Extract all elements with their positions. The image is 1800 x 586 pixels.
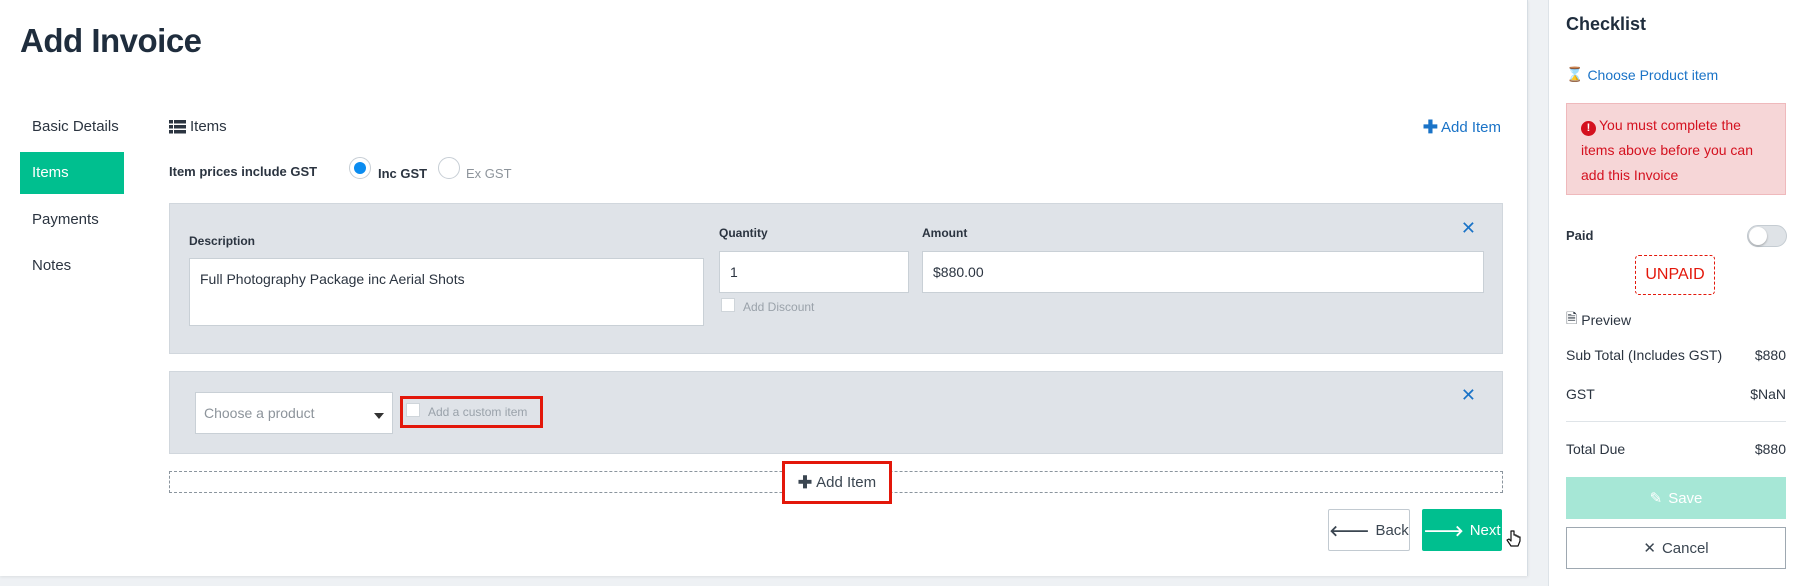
next-button[interactable]: 🡒 Next bbox=[1422, 509, 1502, 551]
remove-new-item-close-icon[interactable]: ✕ bbox=[1461, 386, 1476, 404]
items-section-title: Items bbox=[190, 118, 227, 135]
subtotal-value: $880 bbox=[1754, 347, 1786, 363]
checklist-title: Checklist bbox=[1566, 14, 1647, 34]
add-discount-label: Add Discount bbox=[743, 300, 815, 314]
arrow-left-icon: 🡐 bbox=[1329, 522, 1370, 540]
gst-row: GST $NaN bbox=[1566, 386, 1786, 402]
items-section-header: Items bbox=[169, 118, 227, 135]
add-item-top-label: Add Item bbox=[1440, 118, 1501, 136]
hourglass-icon: ⌛ bbox=[1566, 66, 1584, 82]
checklist-alert: ! You must complete the items above befor… bbox=[1566, 103, 1786, 195]
back-button-label: Back bbox=[1375, 521, 1409, 539]
add-item-button[interactable]: ✚ Add Item bbox=[782, 461, 892, 504]
description-label: Description bbox=[189, 234, 256, 248]
paid-toggle[interactable] bbox=[1747, 225, 1787, 247]
hand-cursor-icon bbox=[1506, 530, 1521, 547]
chevron-down-icon bbox=[374, 413, 384, 419]
gst-label: Item prices include GST bbox=[169, 164, 318, 179]
checklist-sidebar: Checklist ⌛ Choose Product item ! You mus… bbox=[1548, 0, 1800, 586]
line-item-card: ✕ Description Full Photography Package i… bbox=[169, 203, 1503, 354]
page-title: Add Invoice bbox=[20, 22, 202, 59]
cancel-button[interactable]: ✕ Cancel bbox=[1566, 527, 1786, 569]
divider bbox=[1566, 421, 1786, 422]
gst-total-label: GST bbox=[1566, 386, 1595, 402]
preview-link[interactable]: 🗎 Preview bbox=[1566, 308, 1631, 332]
exclamation-icon: ! bbox=[1581, 121, 1596, 136]
description-field[interactable]: Full Photography Package inc Aerial Shot… bbox=[189, 258, 704, 326]
gst-total-value: $NaN bbox=[1750, 386, 1786, 402]
plus-icon: ✚ bbox=[1422, 117, 1438, 137]
radio-ex-gst[interactable] bbox=[438, 157, 460, 179]
document-icon: 🗎 bbox=[1566, 310, 1578, 326]
add-discount-checkbox[interactable] bbox=[721, 298, 735, 312]
choose-product-link-label: Choose Product item bbox=[1587, 66, 1719, 83]
custom-item-checkbox[interactable] bbox=[406, 403, 420, 417]
amount-label: Amount bbox=[922, 226, 968, 240]
status-badge: UNPAID bbox=[1635, 255, 1715, 295]
quantity-label: Quantity bbox=[719, 226, 768, 240]
add-item-button-label: Add Item bbox=[816, 474, 877, 491]
paid-label: Paid bbox=[1566, 228, 1594, 243]
new-item-card: ✕ Choose a product Add a custom item bbox=[169, 371, 1503, 454]
quantity-field[interactable]: 1 bbox=[719, 251, 909, 293]
close-icon: ✕ bbox=[1643, 540, 1656, 557]
subtotal-label: Sub Total (Includes GST) bbox=[1566, 347, 1723, 363]
total-value: $880 bbox=[1754, 441, 1786, 457]
remove-item-close-icon[interactable]: ✕ bbox=[1461, 219, 1476, 237]
pencil-icon: ✎ bbox=[1649, 490, 1663, 507]
total-row: Total Due $880 bbox=[1566, 441, 1786, 457]
back-button[interactable]: 🡐 Back bbox=[1328, 509, 1410, 551]
radio-ex-gst-label: Ex GST bbox=[466, 166, 512, 181]
preview-label: Preview bbox=[1581, 312, 1632, 328]
nav-item-notes[interactable]: Notes bbox=[20, 245, 124, 287]
add-item-link-top[interactable]: ✚ Add Item bbox=[1423, 118, 1501, 136]
product-select-placeholder: Choose a product bbox=[204, 405, 315, 421]
next-button-label: Next bbox=[1469, 521, 1501, 539]
alert-text: You must complete the items above before… bbox=[1581, 117, 1753, 183]
radio-inc-gst[interactable] bbox=[349, 157, 371, 179]
nav-item-items[interactable]: Items bbox=[20, 152, 124, 194]
choose-product-link[interactable]: ⌛ Choose Product item bbox=[1566, 66, 1718, 83]
arrow-right-icon: 🡒 bbox=[1423, 522, 1464, 540]
custom-item-label: Add a custom item bbox=[428, 405, 528, 419]
radio-inc-gst-label: Inc GST bbox=[378, 166, 428, 181]
total-label: Total Due bbox=[1566, 441, 1626, 457]
product-select[interactable]: Choose a product bbox=[195, 392, 393, 434]
amount-field[interactable]: $880.00 bbox=[922, 251, 1484, 293]
save-button-label: Save bbox=[1668, 489, 1703, 507]
nav-item-basic-details[interactable]: Basic Details bbox=[20, 106, 124, 148]
subtotal-row: Sub Total (Includes GST) $880 bbox=[1566, 347, 1786, 363]
list-icon bbox=[169, 119, 186, 133]
save-button[interactable]: ✎ Save bbox=[1566, 477, 1786, 519]
cancel-button-label: Cancel bbox=[1661, 539, 1709, 557]
nav-item-payments[interactable]: Payments bbox=[20, 199, 124, 241]
main-panel: Add Invoice Basic Details Items Payments… bbox=[0, 0, 1528, 576]
plus-icon: ✚ bbox=[797, 472, 813, 492]
